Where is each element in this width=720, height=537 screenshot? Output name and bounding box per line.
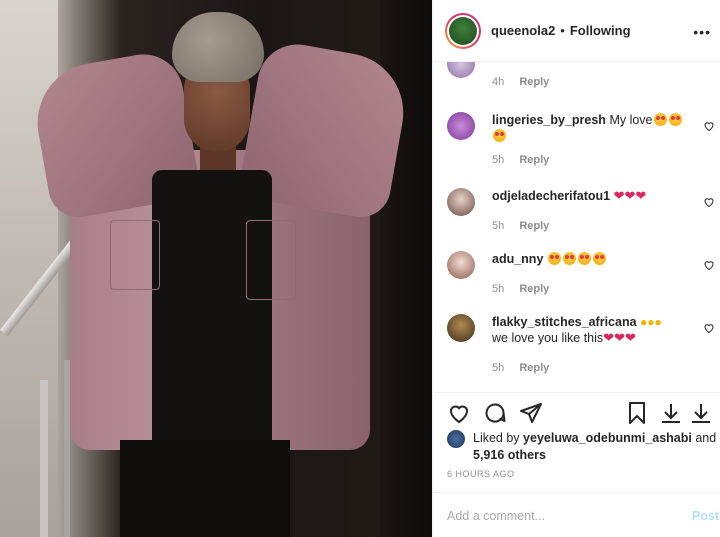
author-avatar[interactable] (445, 12, 481, 49)
comment-meta: 5h Reply (492, 362, 561, 374)
commenter-username[interactable]: lingeries_by_presh (492, 113, 606, 127)
post-photo[interactable] (0, 0, 432, 537)
red-heart-emoji: ❤❤❤ (603, 330, 636, 345)
commenter-avatar[interactable] (447, 314, 475, 342)
post-side-panel: queenola2 • Following ••• 4h Reply linge… (432, 0, 720, 537)
comments-list[interactable]: 4h Reply lingeries_by_presh My love 5h R… (433, 62, 720, 392)
like-comment-heart-icon[interactable] (703, 196, 715, 208)
like-comment-heart-icon[interactable] (703, 259, 715, 271)
bookmark-icon[interactable] (625, 401, 649, 425)
likes-summary: Liked by yeyeluwa_odebunmi_ashabi and 5,… (447, 430, 717, 464)
commenter-avatar[interactable] (447, 112, 475, 140)
comment-body: odjeladecherifatou1 ❤❤❤ (492, 188, 692, 204)
flexed-biceps-emoji: ●●● (640, 315, 662, 329)
reply-button[interactable]: Reply (519, 154, 549, 166)
comment-body: lingeries_by_presh My love (492, 112, 692, 144)
comment-input[interactable]: Add a comment... (447, 509, 545, 523)
comment-meta: 5h Reply (492, 154, 561, 166)
heart-eyes-emoji (547, 252, 607, 266)
liked-by-prefix: Liked by (473, 431, 520, 445)
liked-by-and: and (695, 431, 717, 445)
reply-button[interactable]: Reply (519, 76, 549, 88)
author-avatar-image (449, 16, 477, 45)
red-heart-emoji: ❤❤❤ (613, 188, 647, 203)
photo-railing-post (40, 380, 48, 537)
comment-icon[interactable] (483, 401, 507, 425)
comment-body: flakky_stitches_africana ●●● we love you… (492, 314, 692, 346)
photo-figure-turban (172, 12, 264, 82)
download-icon-2[interactable] (689, 401, 713, 425)
share-icon[interactable] (519, 401, 543, 425)
commenter-avatar[interactable] (447, 251, 475, 279)
reply-button[interactable]: Reply (519, 283, 549, 295)
following-button[interactable]: Following (570, 23, 631, 38)
post-comment-button[interactable]: Post (692, 509, 719, 523)
comment-text: My love (609, 113, 653, 127)
post-actions (433, 392, 720, 432)
commenter-avatar[interactable] (447, 62, 475, 78)
photo-figure-legs (120, 440, 290, 537)
add-comment-bar: Add a comment... Post (433, 492, 720, 537)
reply-button[interactable]: Reply (519, 220, 549, 232)
post-timestamp[interactable]: 6 HOURS AGO (447, 469, 515, 479)
author-username[interactable]: queenola2 (491, 23, 555, 38)
download-icon[interactable] (659, 401, 683, 425)
comment-time: 5h (492, 362, 505, 374)
comment-time: 5h (492, 283, 505, 295)
commenter-avatar[interactable] (447, 188, 475, 216)
comment-body: adu_nny (492, 251, 692, 267)
reply-button[interactable]: Reply (519, 362, 549, 374)
liker-avatar[interactable] (447, 430, 465, 448)
comment-meta: 5h Reply (492, 283, 561, 295)
heart-icon[interactable] (447, 401, 471, 425)
more-icon[interactable]: ••• (693, 24, 711, 40)
comment-meta: 5h Reply (492, 220, 561, 232)
post-header: queenola2 • Following ••• (433, 0, 720, 62)
header-separator: • (560, 23, 565, 38)
liker-username[interactable]: yeyeluwa_odebunmi_ashabi (523, 431, 692, 445)
comment-time: 4h (492, 76, 505, 88)
photo-figure-pocket (246, 220, 296, 300)
commenter-username[interactable]: odjeladecherifatou1 (492, 189, 610, 203)
commenter-username[interactable]: adu_nny (492, 252, 543, 266)
photo-figure-pocket (110, 220, 160, 290)
comment-time: 5h (492, 220, 505, 232)
comment-time: 5h (492, 154, 505, 166)
comment-text: we love you like this (492, 331, 604, 345)
comment-meta: 4h Reply (492, 76, 561, 88)
like-comment-heart-icon[interactable] (703, 120, 715, 132)
commenter-username[interactable]: flakky_stitches_africana (492, 315, 637, 329)
like-comment-heart-icon[interactable] (703, 322, 715, 334)
likes-count[interactable]: 5,916 others (473, 448, 546, 462)
